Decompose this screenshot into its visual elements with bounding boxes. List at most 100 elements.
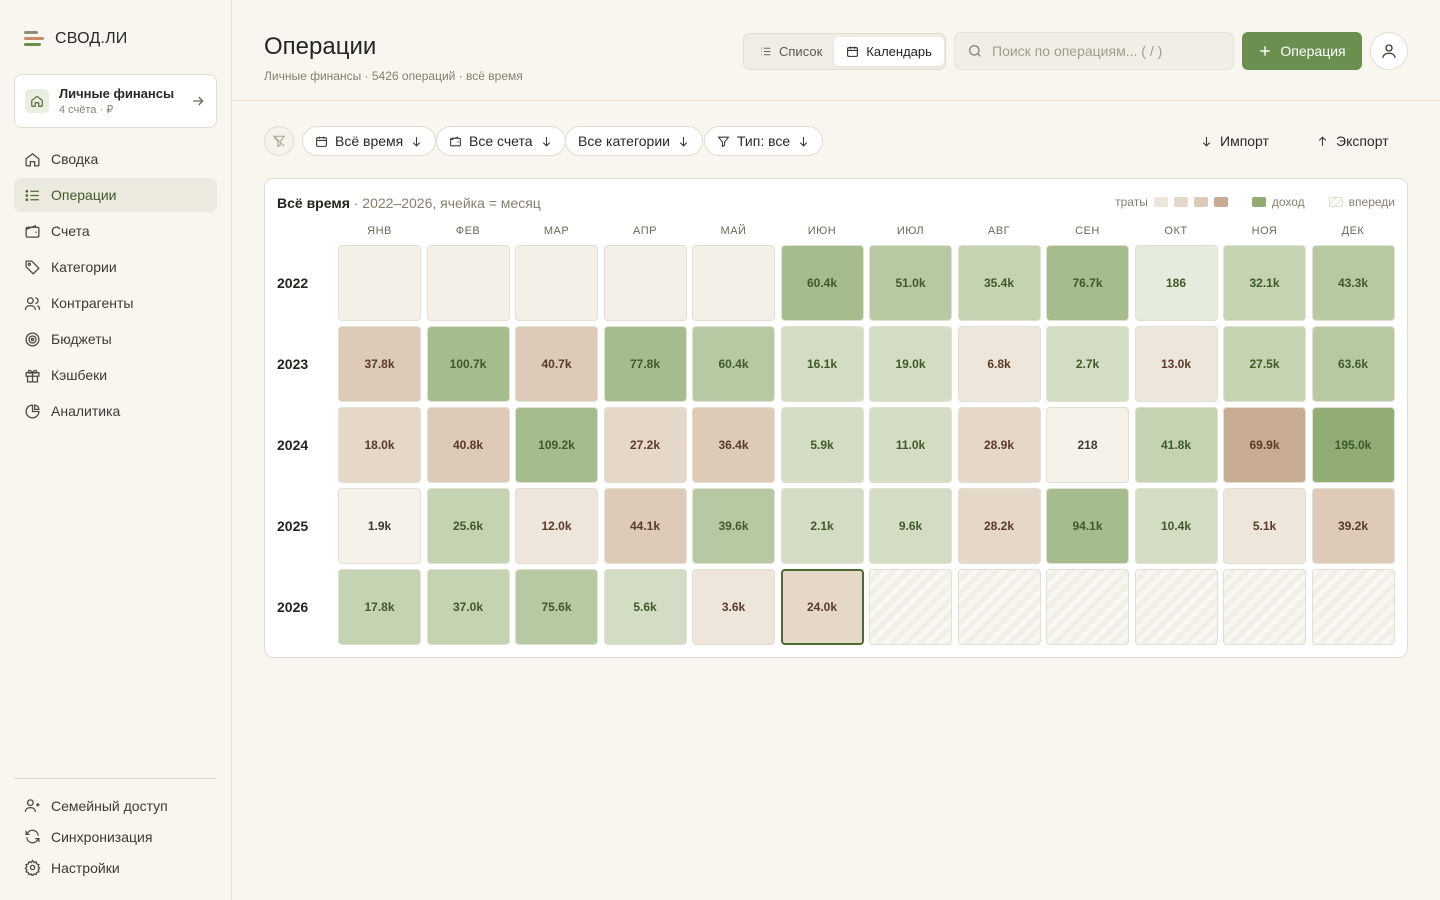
- calendar-cell[interactable]: 28.9k: [957, 407, 1041, 483]
- gear-icon: [24, 859, 41, 876]
- calendar-cell[interactable]: 1.9k: [338, 488, 421, 564]
- import-button[interactable]: Импорт: [1200, 126, 1269, 156]
- add-operation-label: Операция: [1280, 43, 1346, 59]
- calendar-cell[interactable]: 75.6k: [515, 569, 598, 645]
- user-avatar-button[interactable]: [1370, 32, 1408, 70]
- reset-filters-button[interactable]: [264, 126, 294, 156]
- calendar-cell[interactable]: 51.0k: [869, 245, 952, 321]
- calendar-cell[interactable]: 27.5k: [1223, 326, 1306, 402]
- calendar-cell[interactable]: 11.0k: [869, 407, 952, 483]
- calendar-cell[interactable]: 41.8k: [1134, 407, 1218, 483]
- calendar-cell[interactable]: 5.6k: [603, 569, 687, 645]
- sidebar-item-label: Бюджеты: [51, 331, 112, 347]
- calendar-cell[interactable]: 16.1k: [780, 326, 864, 402]
- calendar-cell[interactable]: 25.6k: [426, 488, 510, 564]
- calendar-cell[interactable]: 186: [1134, 245, 1218, 321]
- sidebar-item-categories[interactable]: Категории: [14, 250, 217, 284]
- calendar-cell[interactable]: 39.2k: [1311, 488, 1395, 564]
- import-label: Импорт: [1220, 133, 1269, 149]
- calendar-cell[interactable]: 195.0k: [1311, 407, 1395, 483]
- legend-income-swatch: [1251, 197, 1266, 207]
- plus-icon: [1260, 46, 1271, 56]
- month-header: НОЯ: [1251, 225, 1278, 237]
- view-list-button[interactable]: Список: [747, 37, 834, 66]
- calendar-cell[interactable]: 69.9k: [1223, 407, 1306, 483]
- categories-filter[interactable]: Все категории: [565, 126, 703, 156]
- calendar-cell[interactable]: 43.3k: [1311, 245, 1395, 321]
- calendar-cell[interactable]: 40.8k: [426, 407, 510, 483]
- arrow-right-icon: [193, 96, 204, 106]
- calendar-cell[interactable]: 44.1k: [603, 488, 687, 564]
- sidebar-item-operations[interactable]: Операции: [14, 178, 217, 212]
- sidebar-item-label: Синхронизация: [51, 828, 153, 845]
- calendar-cell[interactable]: 76.7k: [1046, 245, 1129, 321]
- legend-spend-swatch: [1153, 197, 1168, 207]
- sidebar-divider: [14, 778, 217, 779]
- sidebar-item-family-access[interactable]: Семейный доступ: [14, 790, 217, 821]
- sidebar-item-label: Семейный доступ: [51, 797, 168, 814]
- sidebar-item-accounts[interactable]: Счета: [14, 214, 217, 248]
- add-operation-button[interactable]: Операция: [1242, 32, 1362, 70]
- calendar-cell[interactable]: 37.0k: [426, 569, 510, 645]
- calendar-cell: [426, 245, 510, 321]
- calendar-cell[interactable]: 39.6k: [692, 488, 775, 564]
- calendar-cell[interactable]: 9.6k: [869, 488, 952, 564]
- calendar-card: Всё время · 2022–2026, ячейка = месяц тр…: [264, 178, 1408, 658]
- accounts-filter[interactable]: Все счета: [436, 126, 566, 156]
- sidebar-item-analytics[interactable]: Аналитика: [14, 394, 217, 428]
- app-logo[interactable]: СВОД.ЛИ: [24, 30, 127, 48]
- calendar-cell[interactable]: 60.4k: [692, 326, 775, 402]
- calendar-cell[interactable]: 37.8k: [338, 326, 421, 402]
- calendar-cell[interactable]: 2.7k: [1046, 326, 1129, 402]
- calendar-cell[interactable]: 27.2k: [603, 407, 687, 483]
- month-header: ИЮЛ: [896, 225, 925, 237]
- export-button[interactable]: Экспорт: [1316, 126, 1389, 156]
- month-header: МАЙ: [720, 225, 747, 237]
- type-filter[interactable]: Тип: все: [704, 126, 824, 156]
- pie-chart-icon: [25, 403, 40, 419]
- calendar-cell[interactable]: 17.8k: [338, 569, 421, 645]
- sidebar-item-label: Счета: [51, 223, 90, 239]
- calendar-cell[interactable]: 2.1k: [780, 488, 864, 564]
- calendar-cell[interactable]: 77.8k: [603, 326, 687, 402]
- calendar-cell[interactable]: 36.4k: [692, 407, 775, 483]
- calendar-cell[interactable]: 40.7k: [515, 326, 598, 402]
- sidebar-item-sync[interactable]: Синхронизация: [14, 821, 217, 852]
- calendar-cell[interactable]: 6.8k: [957, 326, 1041, 402]
- calendar-cell[interactable]: 18.0k: [338, 407, 421, 483]
- calendar-cell[interactable]: 218: [1046, 407, 1129, 483]
- calendar-cell[interactable]: 32.1k: [1223, 245, 1306, 321]
- view-calendar-button[interactable]: Календарь: [834, 37, 944, 66]
- calendar-cell[interactable]: 24.0k: [780, 569, 864, 645]
- calendar-cell[interactable]: 19.0k: [869, 326, 952, 402]
- sidebar-item-cashbacks[interactable]: Кэшбеки: [14, 358, 217, 392]
- month-header: ЯНВ: [367, 225, 392, 237]
- calendar-title: Всё время · 2022–2026, ячейка = месяц: [277, 195, 541, 211]
- calendar-cell[interactable]: 100.7k: [426, 326, 510, 402]
- calendar-cell[interactable]: 5.9k: [780, 407, 864, 483]
- calendar-cell[interactable]: 13.0k: [1134, 326, 1218, 402]
- search-icon: [969, 45, 981, 57]
- sidebar-item-settings[interactable]: Настройки: [14, 852, 217, 883]
- calendar-cell[interactable]: 109.2k: [515, 407, 598, 483]
- calendar-cell[interactable]: 63.6k: [1311, 326, 1395, 402]
- search-input[interactable]: [992, 43, 1222, 59]
- calendar-cell[interactable]: 28.2k: [957, 488, 1041, 564]
- sidebar-item-summary[interactable]: Сводка: [14, 142, 217, 176]
- calendar-cell[interactable]: 60.4k: [780, 245, 864, 321]
- period-filter[interactable]: Всё время: [302, 126, 437, 156]
- view-calendar-label: Календарь: [866, 44, 932, 59]
- sidebar-item-budgets[interactable]: Бюджеты: [14, 322, 217, 356]
- calendar-cell[interactable]: 12.0k: [515, 488, 598, 564]
- calendar-cell[interactable]: 94.1k: [1046, 488, 1129, 564]
- legend-income-label: доход: [1271, 195, 1305, 209]
- calendar-icon: [316, 136, 327, 147]
- calendar-cell[interactable]: 35.4k: [957, 245, 1041, 321]
- calendar-cell[interactable]: 5.1k: [1223, 488, 1306, 564]
- sidebar-item-counterparties[interactable]: Контрагенты: [14, 286, 217, 320]
- filter-icon: [717, 136, 730, 147]
- view-toggle: Список Календарь: [743, 33, 946, 70]
- workspace-switcher[interactable]: Личные финансы 4 счёта · ₽: [14, 74, 217, 128]
- calendar-cell[interactable]: 3.6k: [692, 569, 775, 645]
- calendar-cell[interactable]: 10.4k: [1134, 488, 1218, 564]
